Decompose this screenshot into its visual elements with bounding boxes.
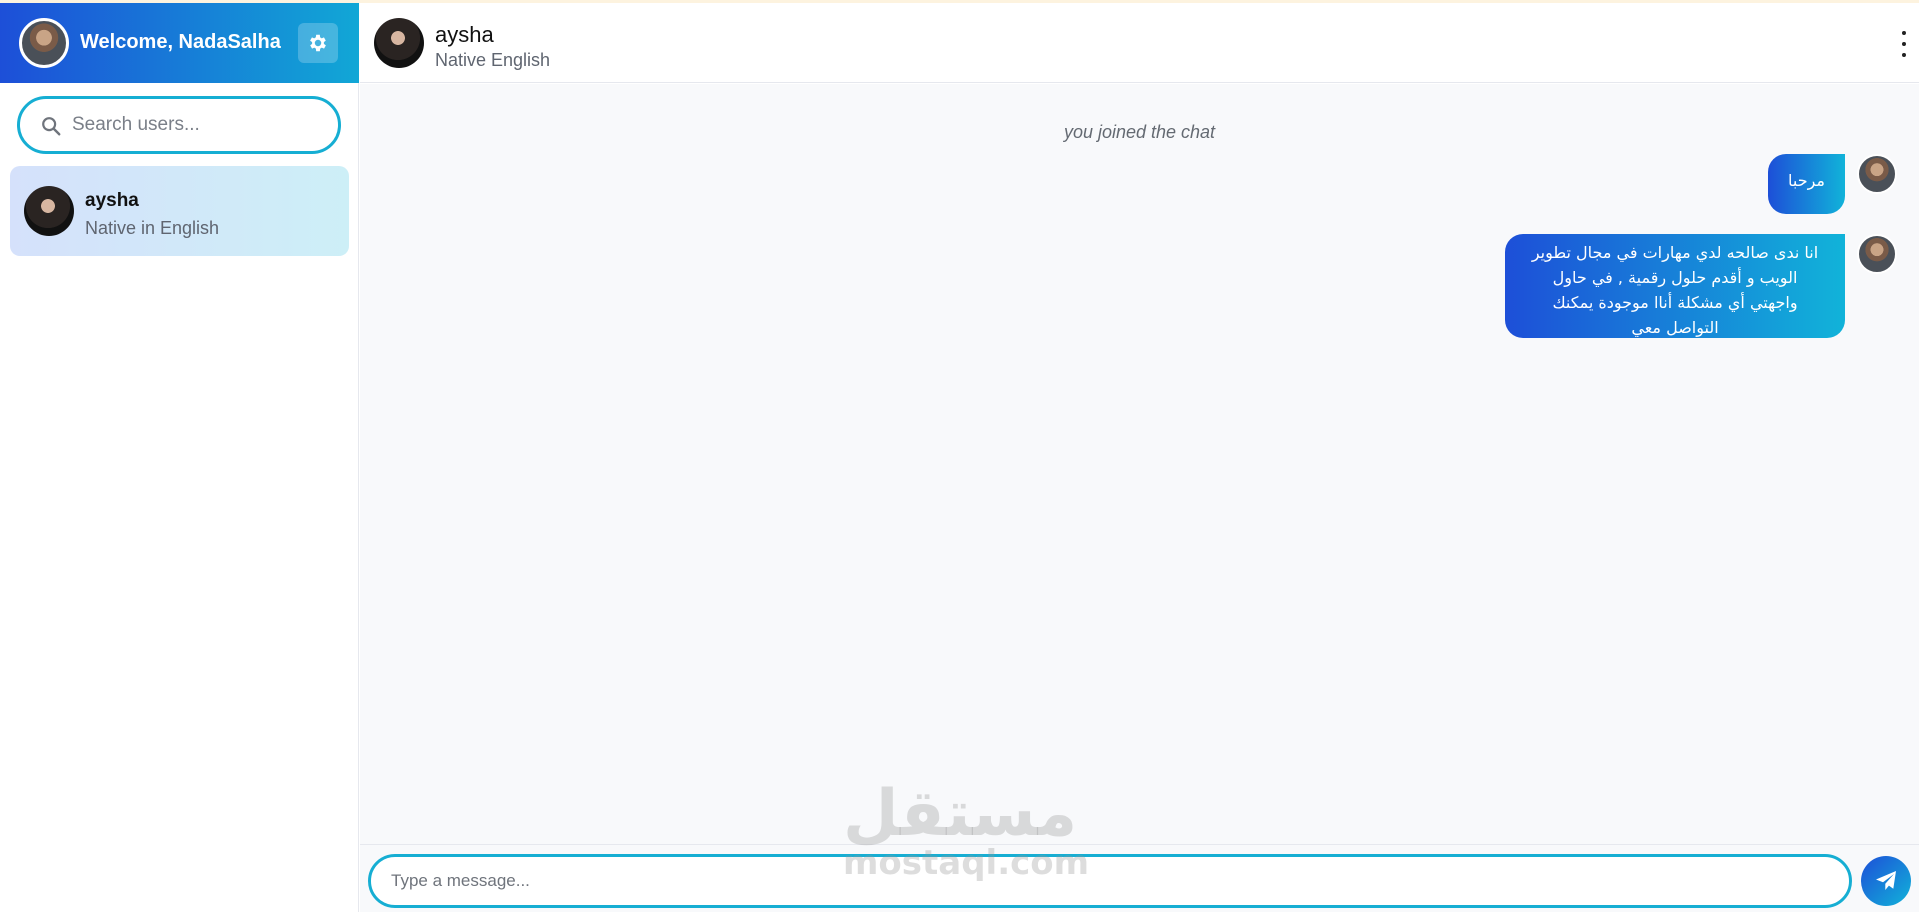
welcome-text: Welcome, NadaSalha — [80, 31, 281, 53]
user-list-item[interactable]: aysha Native in English — [10, 166, 349, 256]
gear-icon — [310, 34, 326, 52]
sidebar-header: Welcome, NadaSalha — [0, 3, 359, 83]
search-icon — [42, 117, 61, 136]
search-box — [17, 96, 341, 154]
user-name: aysha — [85, 190, 139, 211]
message-bubble: انا ندى صالحه لدي مهارات في مجال تطوير ا… — [1505, 234, 1845, 338]
message-bubble: مرحبا — [1768, 154, 1845, 214]
messages-area: you joined the chat مرحبا انا ندى صالحه … — [360, 84, 1919, 844]
paper-plane-icon — [1876, 871, 1896, 890]
message-composer — [360, 844, 1919, 912]
message-input[interactable] — [368, 854, 1852, 908]
current-user-avatar[interactable] — [19, 18, 69, 68]
chat-header: aysha Native English — [360, 3, 1919, 83]
kebab-menu-icon[interactable] — [1897, 31, 1911, 57]
message-row: انا ندى صالحه لدي مهارات في مجال تطوير ا… — [1505, 234, 1897, 338]
system-message: you joined the chat — [1063, 122, 1216, 142]
user-avatar — [24, 186, 74, 236]
sender-avatar — [1857, 234, 1897, 274]
contact-avatar[interactable] — [374, 18, 424, 68]
user-subtitle: Native in English — [85, 218, 220, 238]
contact-name: aysha — [435, 22, 494, 47]
message-row: مرحبا — [1768, 154, 1897, 214]
sidebar: Welcome, NadaSalha aysha Native in Engli… — [0, 3, 359, 912]
search-input[interactable] — [72, 109, 322, 141]
sender-avatar — [1857, 154, 1897, 194]
send-button[interactable] — [1861, 856, 1911, 906]
contact-subtitle: Native English — [435, 50, 551, 70]
settings-button[interactable] — [298, 23, 338, 63]
